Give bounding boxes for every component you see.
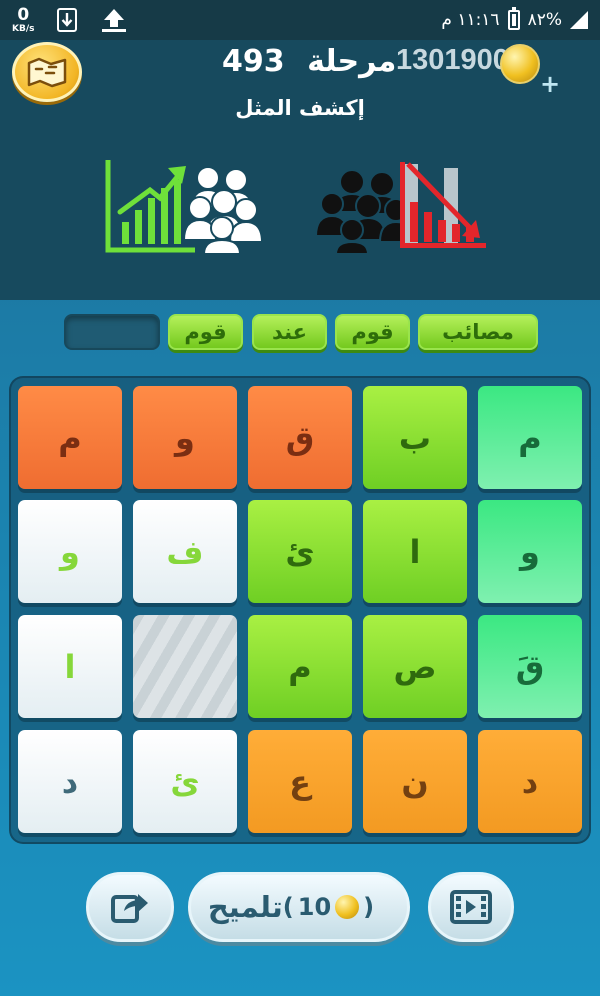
puzzle-prompt: إكشف المثل [235, 96, 365, 120]
answer-slot-3[interactable]: عند [252, 314, 327, 350]
answer-slot-5[interactable] [64, 314, 160, 350]
map-button[interactable] [12, 42, 82, 102]
video-icon [450, 890, 492, 924]
signal-icon [570, 11, 588, 29]
upload-icon [102, 9, 127, 32]
letter-tile[interactable]: ب [363, 386, 467, 489]
answer-slot-4[interactable]: قوم [168, 314, 243, 350]
letter-tile[interactable]: د [478, 730, 582, 833]
hint-button[interactable]: تلميح ( 10 ) [188, 872, 410, 942]
hint-paren-open: ( [282, 893, 294, 921]
coin-balance: 1301900 [396, 44, 509, 76]
battery-percent: %٨٢ [527, 10, 562, 30]
letter-tile[interactable]: د [18, 730, 122, 833]
letter-tile[interactable]: م [18, 386, 122, 489]
coin-icon [335, 895, 360, 919]
letter-tile[interactable]: ن [363, 730, 467, 833]
clock: ١١:١٦ م [441, 10, 500, 30]
add-coins-icon[interactable]: + [540, 70, 560, 98]
map-icon [27, 57, 67, 88]
hint-cost: ( 10 ) [283, 893, 374, 921]
decline-chart-crowd-icon [314, 162, 486, 255]
letter-tile[interactable]: ا [363, 500, 467, 603]
letter-tile[interactable]: م [248, 615, 352, 718]
coin-icon[interactable] [500, 44, 540, 84]
answer-slot-2[interactable]: قوم [335, 314, 410, 350]
level-number: 493 [222, 44, 285, 79]
hint-label: تلميح [207, 890, 283, 924]
level-indicator: مرحلة 493 [222, 44, 396, 79]
level-label: مرحلة [307, 44, 397, 79]
used-letter-tile [133, 615, 237, 718]
picture-panel [0, 90, 600, 300]
letter-tile[interactable]: ع [248, 730, 352, 833]
share-icon [111, 894, 148, 923]
letter-tile[interactable]: ا [18, 615, 122, 718]
letter-tile[interactable]: و [133, 386, 237, 489]
letter-tile[interactable]: ئ [248, 500, 352, 603]
network-speed-unit: KB/s [12, 23, 35, 34]
status-bar: 0 KB/s ١١:١٦ م %٨٢ [0, 0, 600, 40]
letter-tile[interactable]: ص [363, 615, 467, 718]
growth-chart-crowd-icon [105, 160, 264, 255]
hint-cost-value: 10 [297, 893, 332, 921]
letter-tile[interactable]: ف [133, 500, 237, 603]
letter-tile[interactable]: م [478, 386, 582, 489]
watch-video-button[interactable] [428, 872, 514, 942]
download-icon [57, 8, 78, 32]
answer-slot-1[interactable]: مصائب [418, 314, 538, 350]
letter-tile[interactable]: ق [248, 386, 352, 489]
letter-tile[interactable]: قَ [478, 615, 582, 718]
network-speed: 0 KB/s [12, 4, 35, 34]
share-button[interactable] [86, 872, 174, 942]
letter-tile[interactable]: و [18, 500, 122, 603]
letter-tile[interactable]: ئ [133, 730, 237, 833]
network-speed-value: 0 [17, 4, 30, 25]
battery-icon [507, 7, 520, 30]
hint-paren-close: ) [363, 893, 375, 921]
letter-tile[interactable]: و [478, 500, 582, 603]
